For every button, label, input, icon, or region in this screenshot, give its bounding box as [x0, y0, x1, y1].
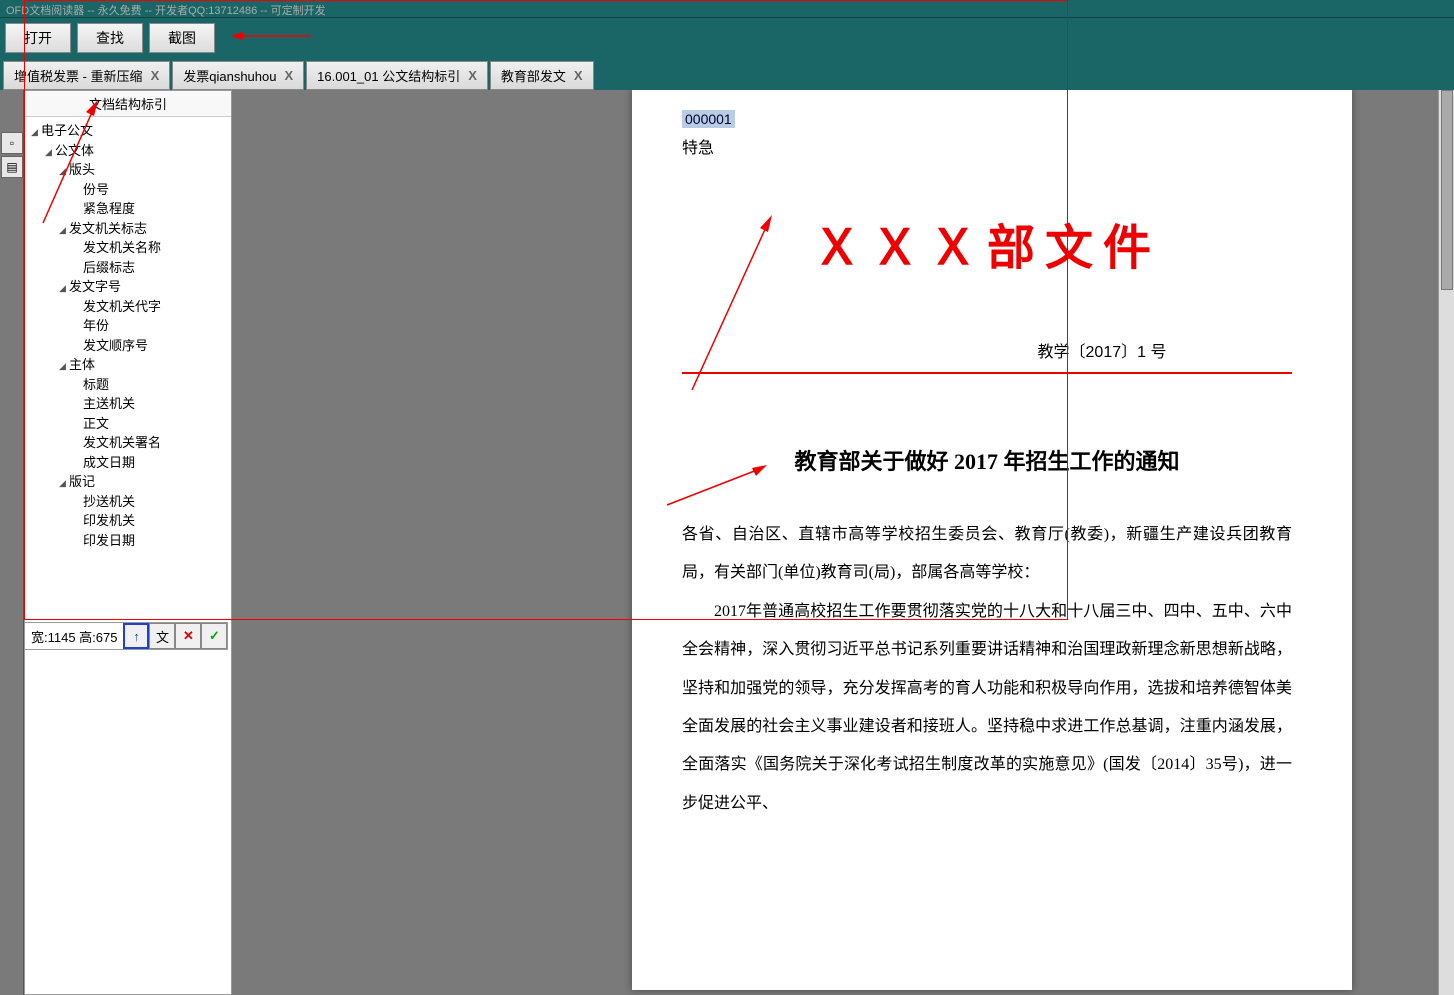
tab-label: 16.001_01 公文结构标引 — [317, 66, 460, 85]
tree-item[interactable]: ◢发文机关标志 — [27, 219, 229, 239]
structure-tree[interactable]: ◢电子公文◢公文体◢版头份号紧急程度◢发文机关标志发文机关名称后缀标志◢发文字号… — [25, 117, 231, 994]
up-button[interactable]: ↑ — [123, 623, 149, 649]
close-icon[interactable]: X — [284, 68, 293, 83]
serial-number: 000001 — [682, 110, 735, 128]
tab-label: 增值税发票 - 重新压缩 — [14, 66, 143, 85]
tree-item-label: 公文体 — [55, 143, 94, 158]
tree-item-label: 版记 — [69, 474, 95, 489]
tree-item[interactable]: 发文顺序号 — [27, 336, 229, 356]
find-button[interactable]: 查找 — [77, 23, 143, 53]
tree-item[interactable]: ◢版头 — [27, 160, 229, 180]
tree-item[interactable]: 发文机关署名 — [27, 433, 229, 453]
screenshot-toolbar: 宽:1145 高:675 ↑ 文 ✕ ✓ — [24, 622, 228, 650]
text-button[interactable]: 文 — [149, 623, 175, 649]
tree-item-label: 发文字号 — [69, 279, 121, 294]
document-page: 000001 特急 ＸＸＸ部文件 教学〔2017〕1 号 教育部关于做好 201… — [632, 90, 1352, 990]
collapse-icon[interactable]: ◢ — [45, 146, 55, 160]
tree-item-label: 年份 — [83, 318, 109, 333]
tree-item[interactable]: ◢版记 — [27, 472, 229, 492]
tab-edu-doc[interactable]: 教育部发文 X — [490, 61, 594, 90]
tree-item[interactable]: 成文日期 — [27, 453, 229, 473]
sidebar-title: 文档结构标引 — [25, 91, 231, 117]
scrollbar-thumb[interactable] — [1441, 90, 1453, 290]
tree-item[interactable]: 后缀标志 — [27, 258, 229, 278]
tree-item[interactable]: 印发机关 — [27, 511, 229, 531]
collapse-icon[interactable]: ◢ — [59, 360, 69, 374]
collapse-icon[interactable]: ◢ — [59, 282, 69, 296]
collapse-icon[interactable]: ◢ — [31, 126, 41, 140]
document-number: 教学〔2017〕1 号 — [682, 338, 1292, 362]
tree-item-label: 发文机关代字 — [83, 299, 161, 314]
tree-item-label: 成文日期 — [83, 455, 135, 470]
collapse-icon[interactable]: ◢ — [59, 477, 69, 491]
close-icon[interactable]: X — [574, 68, 583, 83]
tree-item[interactable]: 主送机关 — [27, 394, 229, 414]
tree-item[interactable]: 年份 — [27, 316, 229, 336]
strip-icon-2[interactable]: ▤ — [1, 156, 23, 178]
tree-item-label: 发文顺序号 — [83, 338, 148, 353]
main-area: ▫ ▤ 文档结构标引 ◢电子公文◢公文体◢版头份号紧急程度◢发文机关标志发文机关… — [0, 90, 1454, 995]
tree-item-label: 标题 — [83, 377, 109, 392]
selection-dimensions: 宽:1145 高:675 — [25, 624, 123, 649]
tree-item-label: 电子公文 — [41, 123, 93, 138]
document-viewport[interactable]: 000001 特急 ＸＸＸ部文件 教学〔2017〕1 号 教育部关于做好 201… — [232, 90, 1454, 995]
tree-item[interactable]: ◢主体 — [27, 355, 229, 375]
tab-doc-structure[interactable]: 16.001_01 公文结构标引 X — [306, 61, 488, 90]
org-title: ＸＸＸ部文件 — [682, 208, 1292, 278]
collapse-icon[interactable]: ◢ — [59, 224, 69, 238]
tree-item-label: 印发机关 — [83, 513, 135, 528]
annotation-arrow-icon — [231, 28, 311, 49]
tree-item-label: 主体 — [69, 357, 95, 372]
tree-item-label: 版头 — [69, 162, 95, 177]
tree-item-label: 发文机关标志 — [69, 221, 147, 236]
toolbar: 打开 查找 截图 — [0, 18, 1454, 58]
structure-sidebar: 文档结构标引 ◢电子公文◢公文体◢版头份号紧急程度◢发文机关标志发文机关名称后缀… — [24, 90, 232, 995]
strip-icon-1[interactable]: ▫ — [1, 132, 23, 154]
tab-label: 发票qianshuhou — [183, 66, 276, 85]
document-body: 各省、自治区、直辖市高等学校招生委员会、教育厅(教委)，新疆生产建设兵团教育局，… — [682, 516, 1292, 823]
titlebar: OFD文档阅读器 -- 永久免费 -- 开发者QQ:13712486 -- 可定… — [0, 0, 1454, 18]
tab-invoice-recompress[interactable]: 增值税发票 - 重新压缩 X — [3, 61, 170, 90]
screenshot-button[interactable]: 截图 — [149, 23, 215, 53]
close-icon[interactable]: X — [468, 68, 477, 83]
tree-item-label: 发文机关署名 — [83, 435, 161, 450]
open-button[interactable]: 打开 — [5, 23, 71, 53]
tree-item[interactable]: ◢发文字号 — [27, 277, 229, 297]
tree-item[interactable]: 发文机关代字 — [27, 297, 229, 317]
tree-item-label: 份号 — [83, 182, 109, 197]
tree-item[interactable]: 正文 — [27, 414, 229, 434]
tree-item-label: 印发日期 — [83, 533, 135, 548]
tab-invoice-qianshuhou[interactable]: 发票qianshuhou X — [172, 61, 304, 90]
tree-item-label: 后缀标志 — [83, 260, 135, 275]
confirm-button[interactable]: ✓ — [201, 623, 227, 649]
tree-item-label: 正文 — [83, 416, 109, 431]
tree-item-label: 紧急程度 — [83, 201, 135, 216]
tree-item[interactable]: ◢公文体 — [27, 141, 229, 161]
vertical-scrollbar[interactable] — [1438, 90, 1454, 995]
tree-item-label: 发文机关名称 — [83, 240, 161, 255]
cancel-button[interactable]: ✕ — [175, 623, 201, 649]
document-title: 教育部关于做好 2017 年招生工作的通知 — [682, 444, 1292, 476]
tree-item-label: 主送机关 — [83, 396, 135, 411]
tree-item[interactable]: 印发日期 — [27, 531, 229, 551]
tab-bar: 增值税发票 - 重新压缩 X 发票qianshuhou X 16.001_01 … — [0, 58, 1454, 90]
body-paragraph: 2017年普通高校招生工作要贯彻落实党的十八大和十八届三中、四中、五中、六中全会… — [682, 593, 1292, 823]
addressee: 各省、自治区、直辖市高等学校招生委员会、教育厅(教委)，新疆生产建设兵团教育局，… — [682, 516, 1292, 593]
tab-label: 教育部发文 — [501, 66, 566, 85]
tree-item[interactable]: 抄送机关 — [27, 492, 229, 512]
tree-item-label: 抄送机关 — [83, 494, 135, 509]
tree-item[interactable]: ◢电子公文 — [27, 121, 229, 141]
urgency-label: 特急 — [682, 134, 1292, 158]
tree-item[interactable]: 份号 — [27, 180, 229, 200]
collapse-icon[interactable]: ◢ — [59, 165, 69, 179]
tree-item[interactable]: 发文机关名称 — [27, 238, 229, 258]
tree-item[interactable]: 标题 — [27, 375, 229, 395]
divider-line — [682, 372, 1292, 374]
tree-item[interactable]: 紧急程度 — [27, 199, 229, 219]
close-icon[interactable]: X — [151, 68, 160, 83]
left-icon-strip: ▫ ▤ — [0, 90, 24, 995]
